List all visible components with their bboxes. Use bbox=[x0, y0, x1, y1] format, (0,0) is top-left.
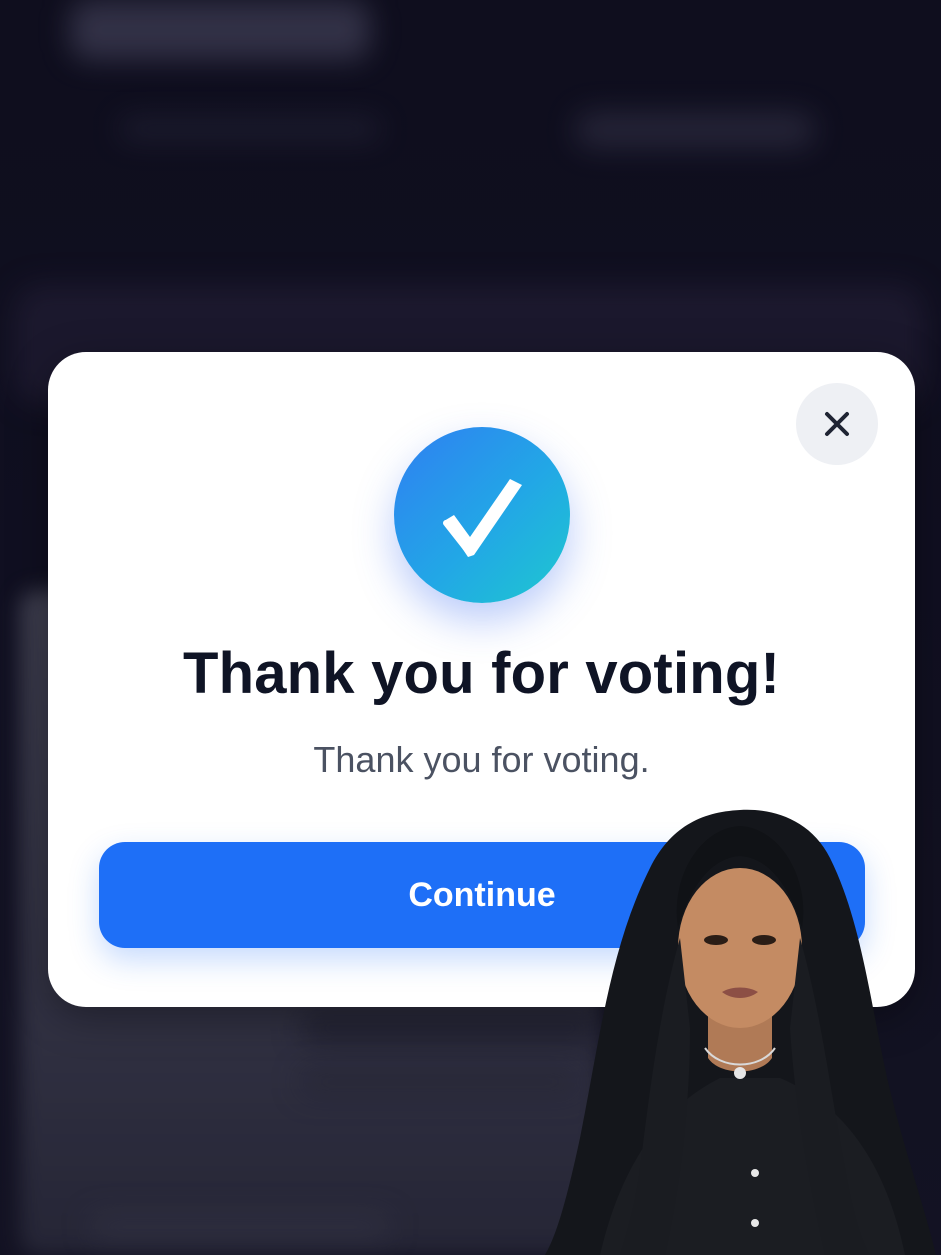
presenter-photo bbox=[545, 809, 936, 1255]
checkmark-icon bbox=[434, 465, 530, 566]
success-badge bbox=[394, 427, 570, 603]
close-icon bbox=[822, 409, 852, 439]
dialog-message: Thank you for voting. bbox=[313, 739, 650, 780]
close-button[interactable] bbox=[796, 383, 878, 465]
dialog-title: Thank you for voting! bbox=[182, 641, 781, 706]
continue-button-label: Continue bbox=[408, 875, 556, 914]
